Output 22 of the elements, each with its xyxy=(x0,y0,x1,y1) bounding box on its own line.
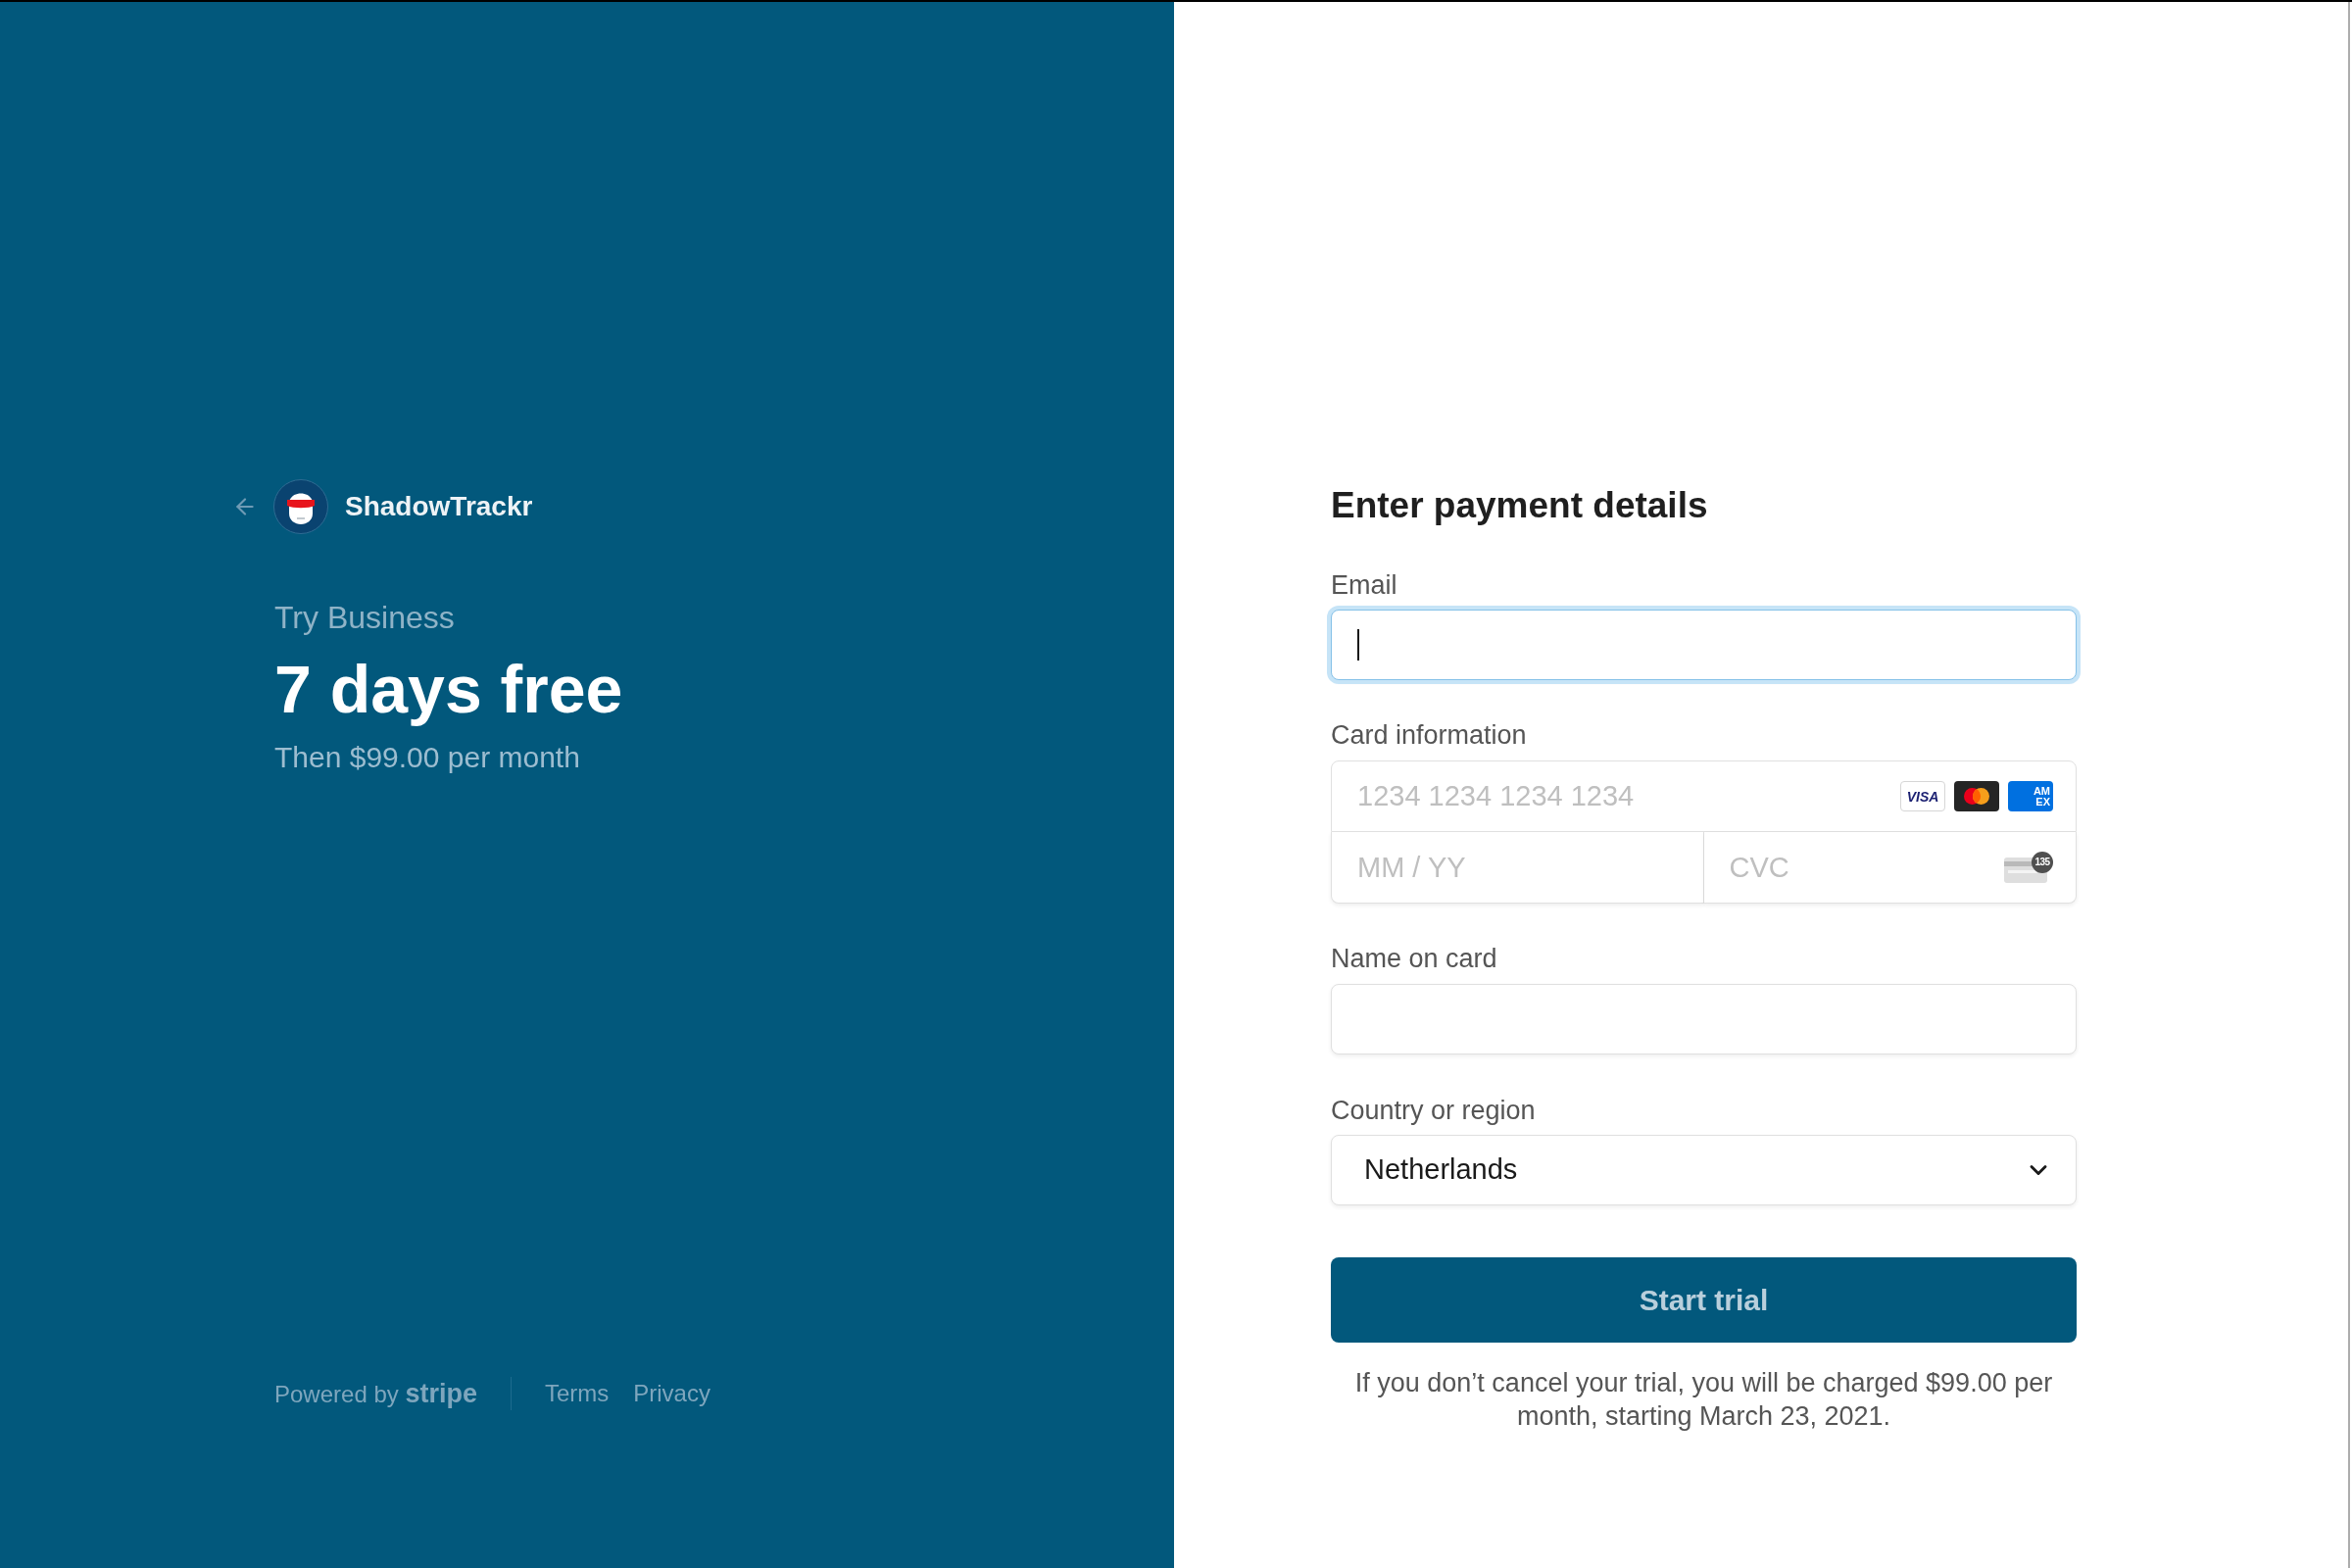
trial-disclaimer-text: If you don’t cancel your trial, you will be charged $99.00 per month, starting March 23, 2021. xyxy=(1353,1367,2054,1433)
footer-link[interactable]: Privacy xyxy=(633,1377,710,1410)
brand-name: ShadowTrackr xyxy=(345,490,533,523)
expiry-input[interactable]: MM / YY xyxy=(1331,832,1704,904)
footer-link[interactable]: Terms xyxy=(544,1377,610,1410)
trial-headline: 7 days free xyxy=(274,651,623,728)
field-label: Country or region xyxy=(1331,1095,1537,1127)
name-on-card-input[interactable] xyxy=(1331,984,2077,1054)
start-trial-button[interactable]: Start trial xyxy=(1331,1257,2077,1343)
plan-label: Try Business xyxy=(274,599,455,637)
field-label: Email xyxy=(1331,569,1398,602)
card-brand-icon: VISA xyxy=(1900,781,1945,811)
form-title: Enter payment details xyxy=(1331,484,1709,527)
price-note: Then $99.00 per month xyxy=(274,740,580,775)
field-label: Card information xyxy=(1331,719,1528,752)
card-brand-icon: AM EX xyxy=(2008,781,2053,811)
card-brand-icon xyxy=(1954,781,1999,811)
country-select[interactable]: Netherlands xyxy=(1331,1135,2077,1205)
field-label: Name on card xyxy=(1331,943,1498,975)
text-cursor-icon xyxy=(1357,629,1359,661)
powered-by-text: Powered by stripe xyxy=(274,1377,477,1410)
helmet-logo-icon xyxy=(273,479,328,534)
